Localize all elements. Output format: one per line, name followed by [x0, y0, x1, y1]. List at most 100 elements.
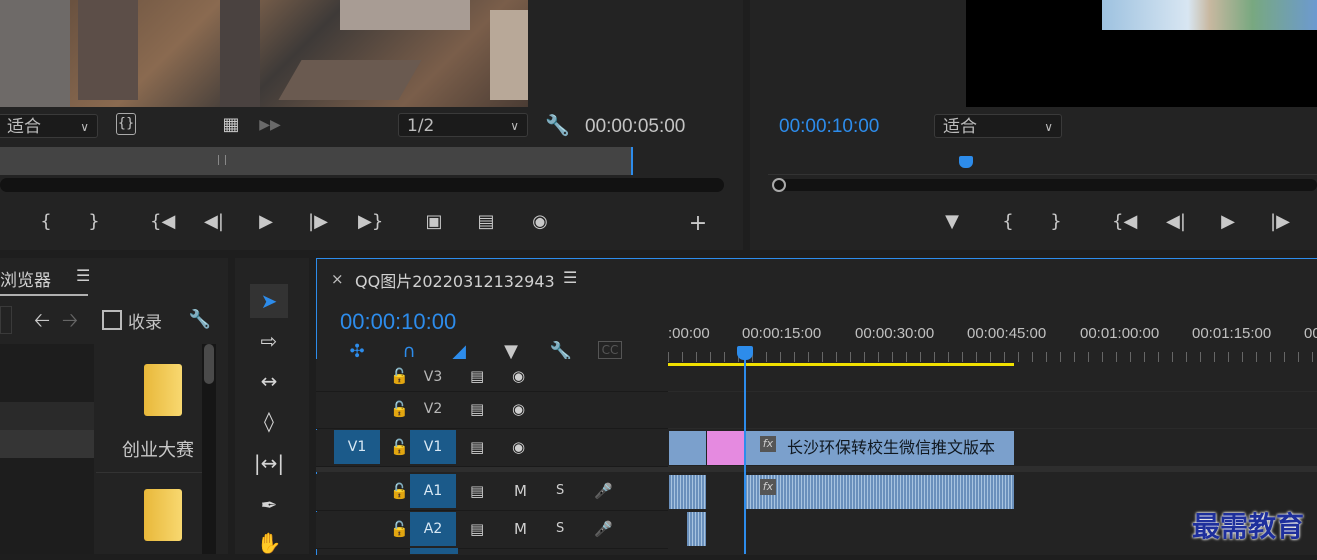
video-clip[interactable]: [669, 431, 706, 465]
lock-icon[interactable]: 🔓: [390, 359, 409, 393]
toggle-sync-icon[interactable]: ▤: [470, 512, 484, 546]
panel-menu-icon[interactable]: ☰: [76, 266, 90, 285]
path-dropdown[interactable]: [0, 306, 12, 334]
eye-icon[interactable]: ◉: [512, 430, 525, 464]
timeline-playhead-line[interactable]: [744, 360, 746, 554]
slip-tool-icon[interactable]: |↔|: [250, 446, 288, 480]
source-playhead[interactable]: [631, 147, 633, 175]
program-timecode[interactable]: 00:00:10:00: [779, 116, 879, 138]
eye-icon[interactable]: ◉: [512, 392, 525, 426]
track-name[interactable]: A2: [410, 512, 456, 546]
audio-waveform-icon[interactable]: ▶▶: [258, 113, 282, 137]
source-patch-v1[interactable]: V1: [334, 430, 380, 464]
toggle-sync-icon[interactable]: ▤: [470, 359, 484, 393]
source-time-ruler[interactable]: [0, 147, 633, 175]
pen-tool-icon[interactable]: ✒: [250, 488, 288, 522]
mark-out-icon[interactable]: }: [82, 210, 106, 234]
microphone-icon[interactable]: 🎤: [594, 512, 613, 546]
scroll-thumb[interactable]: [204, 344, 214, 384]
browser-settings-wrench-icon[interactable]: 🔧: [188, 308, 212, 332]
source-fit-dropdown[interactable]: 适合 ∨: [0, 114, 98, 138]
mute-button[interactable]: M: [514, 474, 527, 508]
ruler-label: 00:00:45:00: [967, 325, 1047, 342]
lock-icon[interactable]: 🔓: [390, 430, 409, 464]
track-select-tool-icon[interactable]: ⇨: [250, 324, 288, 358]
source-scroll-bar[interactable]: [0, 178, 724, 192]
go-to-out-icon[interactable]: ▶}: [358, 210, 383, 234]
track-name[interactable]: A1: [410, 474, 456, 508]
program-scroll-bar[interactable]: [772, 179, 1317, 191]
folder-item[interactable]: [96, 472, 202, 555]
track-name[interactable]: V3: [410, 359, 456, 391]
browser-tab[interactable]: 浏览器 ☰: [0, 266, 90, 296]
browser-scrollbar[interactable]: [202, 344, 216, 554]
tree-row[interactable]: [0, 402, 94, 430]
timeline-timecode[interactable]: 00:00:10:00: [340, 309, 456, 335]
audio-clip[interactable]: [669, 475, 706, 509]
timeline-menu-icon[interactable]: ☰: [563, 268, 577, 287]
microphone-icon[interactable]: 🎤: [594, 474, 613, 508]
track-name[interactable]: V1: [410, 430, 456, 464]
play-icon[interactable]: ▶: [254, 210, 278, 234]
captions-icon[interactable]: CC: [598, 341, 622, 359]
add-marker-icon[interactable]: ▼: [940, 210, 964, 234]
go-to-in-icon[interactable]: {◀: [150, 210, 175, 234]
insert-icon[interactable]: {}: [116, 113, 136, 135]
forward-arrow-icon[interactable]: 🡢: [58, 308, 82, 332]
toggle-sync-icon[interactable]: ▤: [470, 392, 484, 426]
program-playhead[interactable]: [959, 156, 973, 168]
back-arrow-icon[interactable]: 🡠: [30, 308, 54, 332]
folder-icon: [144, 489, 182, 541]
lock-icon[interactable]: 🔓: [390, 474, 409, 508]
add-button-icon[interactable]: +: [686, 212, 710, 236]
export-frame-camera-icon[interactable]: ◉: [528, 210, 552, 234]
program-zoom-handle[interactable]: [772, 178, 786, 192]
film-icon[interactable]: ▦: [219, 113, 243, 137]
audio-clip-a2[interactable]: [687, 512, 706, 546]
program-step-back-icon[interactable]: ◀|: [1164, 210, 1188, 234]
mark-in-icon[interactable]: {: [34, 210, 58, 234]
toggle-sync-icon[interactable]: ▤: [470, 430, 484, 464]
video-clip-main[interactable]: fx 长沙环保转校生微信推文版本: [745, 431, 1014, 465]
track-name[interactable]: V2: [410, 392, 456, 426]
program-play-icon[interactable]: ▶: [1216, 210, 1240, 234]
collect-checkbox[interactable]: [102, 310, 122, 330]
lock-icon[interactable]: 🔓: [390, 392, 409, 426]
step-forward-icon[interactable]: |▶: [306, 210, 330, 234]
program-fit-dropdown[interactable]: 适合 ∨: [934, 114, 1062, 138]
close-sequence-icon[interactable]: ×: [331, 270, 344, 288]
folder-item[interactable]: 创业大赛: [96, 348, 202, 468]
settings-wrench-icon[interactable]: 🔧: [545, 113, 570, 137]
fx-badge: fx: [760, 436, 776, 452]
program-mark-out-icon[interactable]: }: [1044, 210, 1068, 234]
razor-tool-icon[interactable]: ◊: [250, 404, 288, 438]
solo-button[interactable]: S: [556, 512, 564, 546]
track-header-v1: V1 🔓 V1 ▤ ◉: [316, 430, 668, 467]
source-resolution-dropdown[interactable]: 1/2 ∨: [398, 113, 528, 137]
audio-clip-main[interactable]: fx: [745, 475, 1014, 509]
eye-icon[interactable]: ◉: [512, 359, 525, 393]
step-back-icon[interactable]: ◀|: [202, 210, 226, 234]
program-mark-in-icon[interactable]: {: [996, 210, 1020, 234]
mute-button[interactable]: M: [514, 512, 527, 546]
solo-button[interactable]: S: [556, 474, 564, 508]
overwrite-clip-icon[interactable]: ▤: [474, 210, 498, 234]
program-go-to-in-icon[interactable]: {◀: [1112, 210, 1137, 234]
transition-clip[interactable]: [707, 431, 744, 465]
program-step-forward-icon[interactable]: |▶: [1268, 210, 1292, 234]
watermark-logo: 最需教育: [1192, 510, 1305, 543]
program-time-ruler[interactable]: [768, 156, 1317, 175]
ripple-edit-tool-icon[interactable]: ↔: [250, 364, 288, 398]
insert-clip-icon[interactable]: ▣: [422, 210, 446, 234]
lock-icon[interactable]: 🔓: [390, 512, 409, 546]
toggle-sync-icon[interactable]: ▤: [470, 474, 484, 508]
timeline-playhead-handle[interactable]: [737, 346, 753, 360]
work-area-bar[interactable]: [668, 363, 1014, 366]
source-ruler-handle[interactable]: [218, 155, 226, 165]
selection-tool-icon[interactable]: ➤: [250, 284, 288, 318]
sequence-tab-title[interactable]: QQ图片20220312132943: [355, 268, 555, 292]
tree-row[interactable]: [0, 430, 94, 458]
track-lane-v2[interactable]: [668, 392, 1317, 429]
track-lane-v3[interactable]: [668, 367, 1317, 392]
hand-tool-icon[interactable]: ✋: [250, 526, 288, 560]
